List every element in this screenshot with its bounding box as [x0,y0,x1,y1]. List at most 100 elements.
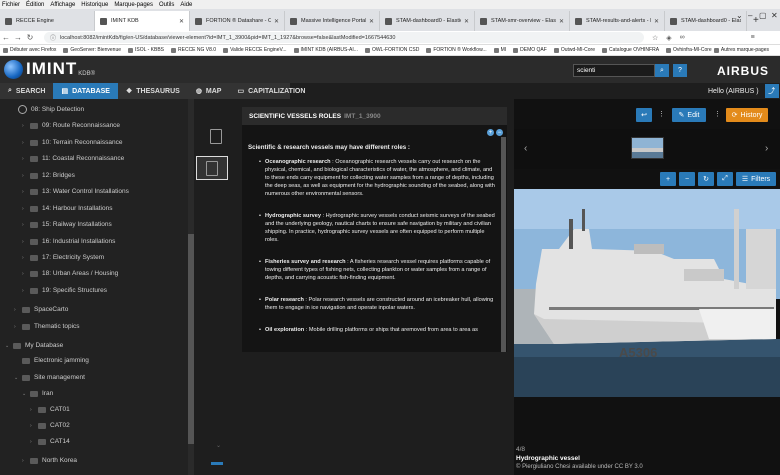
nav-map[interactable]: ◍ MAP [188,83,230,99]
minus-icon[interactable]: − [496,129,503,136]
bookmark-item[interactable]: FORTION ® Workflow... [426,47,487,53]
edit-button[interactable]: ✎ Edit [672,108,706,122]
rotate-button[interactable]: ↻ [698,172,714,186]
tab-stam-dashboard-2[interactable]: STAM-dashboard0 - Elastic [665,11,747,31]
document-thumbnail-selected[interactable] [196,156,228,180]
nav-search[interactable]: ⌕ SEARCH [0,83,53,99]
menu-icon[interactable]: ≡ [751,34,755,41]
menu-affichage[interactable]: Affichage [50,2,75,8]
chevron-right-icon[interactable]: › [30,407,38,413]
bookmark-item[interactable]: RECCE NG V8.0 [171,47,216,53]
tree-node[interactable]: › 14: Harbour Installations [22,205,112,212]
tree-node[interactable]: › CAT14 [30,438,70,445]
bookmark-item[interactable]: Outwd-MI-Core [553,47,595,53]
viewer-scrollbar[interactable] [501,137,506,352]
chevron-right-icon[interactable]: › [14,307,22,313]
chevron-down-icon[interactable]: ⌄ [5,343,13,349]
close-icon[interactable]: ✕ [369,18,374,25]
chevron-right-icon[interactable]: › [22,458,30,464]
menu-outils[interactable]: Outils [159,2,174,8]
chevron-down-icon[interactable]: ⌄ [22,391,30,397]
nav-capitalization[interactable]: ▭ CAPITALIZATION [229,83,313,99]
close-icon[interactable]: ✕ [464,18,469,25]
close-icon[interactable]: ✕ [559,18,564,25]
bookmark-item[interactable]: Ovhinfra-MI-Core [666,47,712,53]
menu-historique[interactable]: Historique [81,2,108,8]
bookmark-item[interactable]: Débuter avec Firefox [3,47,56,53]
close-icon[interactable]: ✕ [274,18,279,25]
tree-node[interactable]: › 18: Urban Areas / Housing [22,270,118,277]
tab-stam-results[interactable]: STAM-results-and-alerts - Elastic✕ [570,11,665,31]
tree-node[interactable]: › 11: Coastal Reconnaissance [22,155,124,162]
tree-node[interactable]: › CAT02 [30,422,70,429]
tree-node[interactable]: › 15: Railway Installations [22,221,112,228]
tree-node[interactable]: ⌄ My Database [5,342,63,349]
bookmark-item[interactable]: ISOL - KBBS [128,47,164,53]
chevron-right-icon[interactable]: › [22,173,30,179]
tab-imint-kdb[interactable]: IMINT KDB ✕ [95,11,190,31]
search-button[interactable]: ⌕ [655,64,669,77]
more-vertical-icon[interactable]: ⋮ [714,110,721,118]
tree-node[interactable]: › 09: Route Reconnaissance [22,122,120,129]
chevron-right-icon[interactable]: › [765,143,768,154]
menu-aide[interactable]: Aide [180,2,192,8]
bookmark-item[interactable]: GeoServer: Bienvenue [63,47,121,53]
nav-thesaurus[interactable]: ❖ THESAURUS [118,83,188,99]
chevron-right-icon[interactable]: › [22,222,30,228]
shield-icon[interactable]: ◈ [666,34,671,42]
help-button[interactable]: ? [673,64,687,77]
tab-stam-smr-overview[interactable]: STAM-smr-overview - Elastic ✕ [475,11,570,31]
chevron-right-icon[interactable]: › [22,255,30,261]
tab-fortion-datashare[interactable]: FORTION ® Datashare - OWL✕ [190,11,285,31]
chevron-right-icon[interactable]: › [22,156,30,162]
bookmark-folder[interactable]: DEMO QAF [513,47,547,53]
chevron-right-icon[interactable]: › [22,271,30,277]
chevron-left-icon[interactable]: ‹ [524,143,527,154]
search-input[interactable] [573,64,655,77]
extensions-icon[interactable]: ∞ [680,34,685,41]
user-menu-button[interactable]: ⤴ [764,84,779,98]
tree-node[interactable]: › SpaceCarto [14,306,68,313]
tree-node[interactable]: › 19: Specific Structures [22,287,107,294]
tab-recce-engine[interactable]: RECCE Engine [0,11,95,31]
page-info-icon[interactable]: ⓘ [50,33,56,42]
tree-node[interactable]: Electronic jamming [14,357,89,364]
chevron-right-icon[interactable]: › [22,140,30,146]
tree-node[interactable]: › 17: Electricity System [22,254,104,261]
tab-massive-intelligence[interactable]: Massive Intelligence Portal - C✕ [285,11,380,31]
more-vertical-icon[interactable]: ⋮ [658,110,665,118]
imint-logo[interactable]: IMINT KDB® [4,59,95,79]
tab-stam-dashboard[interactable]: STAM-dashboard0 - Elastic ✕ [380,11,475,31]
tree-node[interactable]: ⌄ Iran [22,390,53,397]
plus-icon[interactable]: + [487,129,494,136]
close-icon[interactable]: ✕ [179,18,184,25]
tree-node[interactable]: 08: Ship Detection [10,105,84,114]
chevron-down-icon[interactable]: ⌄ [216,442,221,449]
chevron-down-icon[interactable]: ⌄ [14,375,22,381]
menu-fichier[interactable]: Fichier [2,2,20,8]
bookmark-item[interactable]: IMINT KDB (AIRBUS-AI... [293,47,358,53]
bookmark-item[interactable]: OWL-FORTION CSD [364,47,419,53]
carousel-thumbnail[interactable] [631,137,664,159]
filters-button[interactable]: ☰ Filters [736,172,776,186]
back-icon[interactable]: ← [0,33,12,42]
fullscreen-button[interactable]: ⤢ [717,172,733,186]
chevron-down-icon[interactable]: ⌄ [736,11,743,20]
tree-node[interactable]: › North Korea [22,457,77,464]
tree-node[interactable]: ⌄ Site management [14,374,85,381]
chevron-right-icon[interactable]: › [30,423,38,429]
history-button[interactable]: ⟳ History [726,108,768,122]
chevron-right-icon[interactable]: › [22,239,30,245]
zoom-out-button[interactable]: − [679,172,695,186]
zoom-in-button[interactable]: + [660,172,676,186]
minimize-icon[interactable]: – [748,11,752,20]
close-icon[interactable]: ✕ [654,18,659,25]
document-thumbnail[interactable] [200,124,232,148]
tree-node[interactable]: › 12: Bridges [22,172,75,179]
close-window-icon[interactable]: ✕ [771,11,778,20]
tree-node[interactable]: › 13: Water Control Installations [22,188,129,195]
other-bookmarks[interactable]: Autres marque-pages [713,47,769,53]
bookmark-item[interactable]: Catalogue OVHINFRA [602,47,659,53]
tree-node[interactable]: › 10: Terrain Reconnaissance [22,139,122,146]
chevron-right-icon[interactable]: › [22,189,30,195]
